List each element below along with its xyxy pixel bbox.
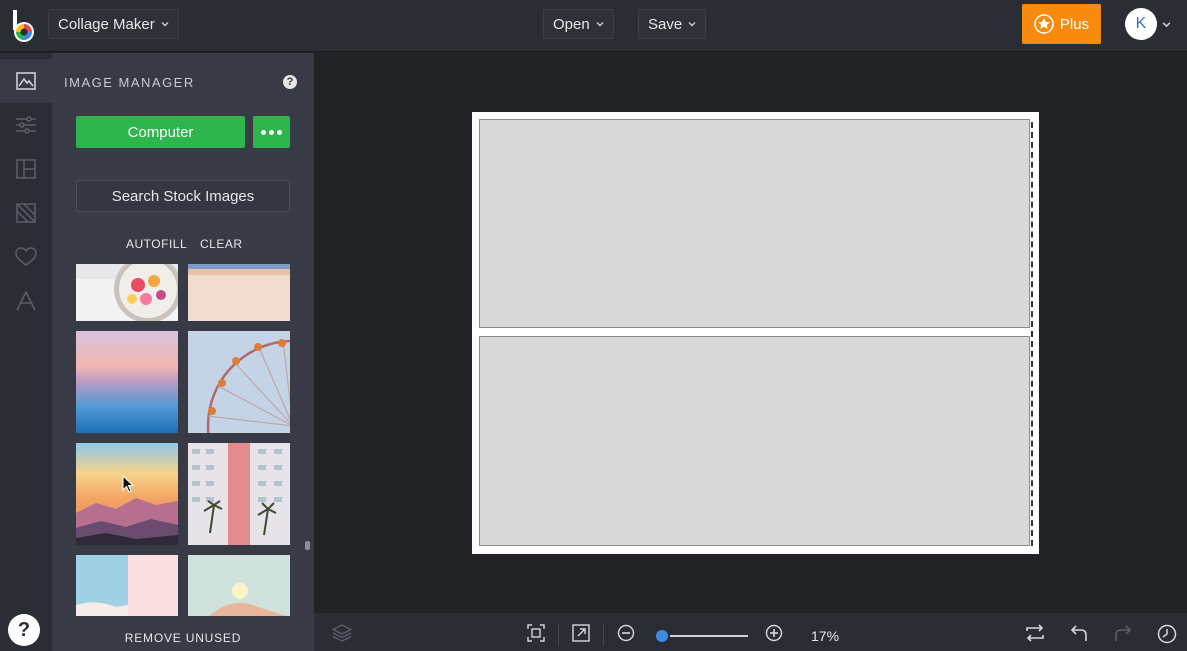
text-icon (16, 291, 36, 311)
swap-icon[interactable] (1025, 624, 1045, 642)
resize-handle-right[interactable] (1031, 122, 1033, 546)
zoom-in-icon[interactable] (765, 624, 783, 642)
rail-item-adjust[interactable] (0, 103, 52, 147)
thumbnail-scrollbar[interactable] (305, 541, 310, 550)
computer-label: Computer (127, 123, 194, 141)
help-button[interactable]: ? (8, 614, 40, 646)
toolbar-divider (603, 624, 604, 646)
mouse-cursor-icon (122, 475, 134, 493)
panel-title: IMAGE MANAGER (64, 75, 195, 90)
top-bar: Collage Maker Open Save Plus K (0, 0, 1187, 52)
search-stock-label: Search Stock Images (111, 187, 255, 205)
search-stock-images-button[interactable]: Search Stock Images (76, 180, 290, 212)
rail-item-stickers[interactable] (0, 235, 52, 279)
image-thumbnail[interactable] (76, 443, 178, 545)
save-label: Save (648, 15, 683, 33)
background-icon (16, 203, 36, 223)
history-icon[interactable] (1157, 624, 1177, 644)
clear-button[interactable]: CLEAR (200, 237, 243, 251)
computer-upload-button[interactable]: Computer (76, 116, 245, 148)
collage-cell-top[interactable] (479, 119, 1030, 328)
heart-icon (15, 247, 37, 266)
redo-icon[interactable] (1114, 624, 1132, 642)
image-thumbnail[interactable] (76, 264, 178, 321)
chevron-down-icon[interactable] (1162, 20, 1171, 29)
collage-maker-label: Collage Maker (58, 15, 155, 33)
undo-icon[interactable] (1070, 624, 1088, 642)
more-dots-icon (277, 129, 282, 135)
collage-canvas (472, 112, 1039, 554)
rail-item-layout[interactable] (0, 147, 52, 191)
logo-icon[interactable] (10, 8, 38, 44)
tool-rail (0, 53, 52, 651)
image-manager-panel: IMAGE MANAGER ? Computer Search Stock Im… (52, 53, 314, 651)
chevron-down-icon (161, 22, 169, 27)
avatar[interactable]: K (1125, 8, 1157, 40)
more-sources-button[interactable] (253, 116, 290, 148)
image-thumbnail[interactable] (76, 555, 178, 616)
avatar-initial: K (1135, 15, 1147, 32)
more-dots-icon (261, 129, 266, 135)
collage-maker-menu[interactable]: Collage Maker (48, 9, 179, 39)
image-thumbnail[interactable] (188, 443, 290, 545)
panel-help-label: ? (286, 76, 294, 88)
zoom-slider-handle[interactable] (654, 628, 670, 644)
layers-icon[interactable] (332, 624, 352, 642)
fit-screen-icon[interactable] (527, 624, 545, 642)
rail-item-background[interactable] (0, 191, 52, 235)
open-button[interactable]: Open (543, 9, 614, 39)
image-thumbnail-grid (76, 264, 294, 616)
zoom-value: 17% (811, 628, 840, 644)
save-button[interactable]: Save (638, 9, 707, 39)
image-thumbnail[interactable] (188, 331, 290, 433)
plus-upgrade-button[interactable]: Plus (1022, 4, 1101, 44)
remove-unused-button[interactable]: REMOVE UNUSED (52, 631, 314, 645)
more-dots-icon (269, 129, 274, 135)
image-icon (16, 72, 36, 90)
expand-icon[interactable] (572, 624, 590, 642)
rail-item-images[interactable] (0, 59, 52, 103)
open-label: Open (553, 15, 590, 33)
zoom-out-icon[interactable] (617, 624, 635, 642)
star-badge-icon (1034, 14, 1054, 34)
bottom-toolbar (314, 613, 1187, 651)
chevron-down-icon (596, 22, 604, 27)
image-thumbnail[interactable] (76, 331, 178, 433)
toolbar-divider (558, 624, 559, 646)
layout-icon (16, 159, 36, 179)
sliders-icon (16, 116, 36, 134)
chevron-down-icon (688, 22, 696, 27)
rail-item-text[interactable] (0, 279, 52, 323)
autofill-button[interactable]: AUTOFILL (126, 237, 187, 251)
collage-cell-bottom[interactable] (479, 336, 1030, 546)
plus-label: Plus (1059, 15, 1090, 33)
image-thumbnail[interactable] (188, 264, 290, 321)
image-thumbnail[interactable] (188, 555, 290, 616)
help-label: ? (17, 618, 31, 641)
panel-help-icon[interactable]: ? (283, 75, 297, 89)
